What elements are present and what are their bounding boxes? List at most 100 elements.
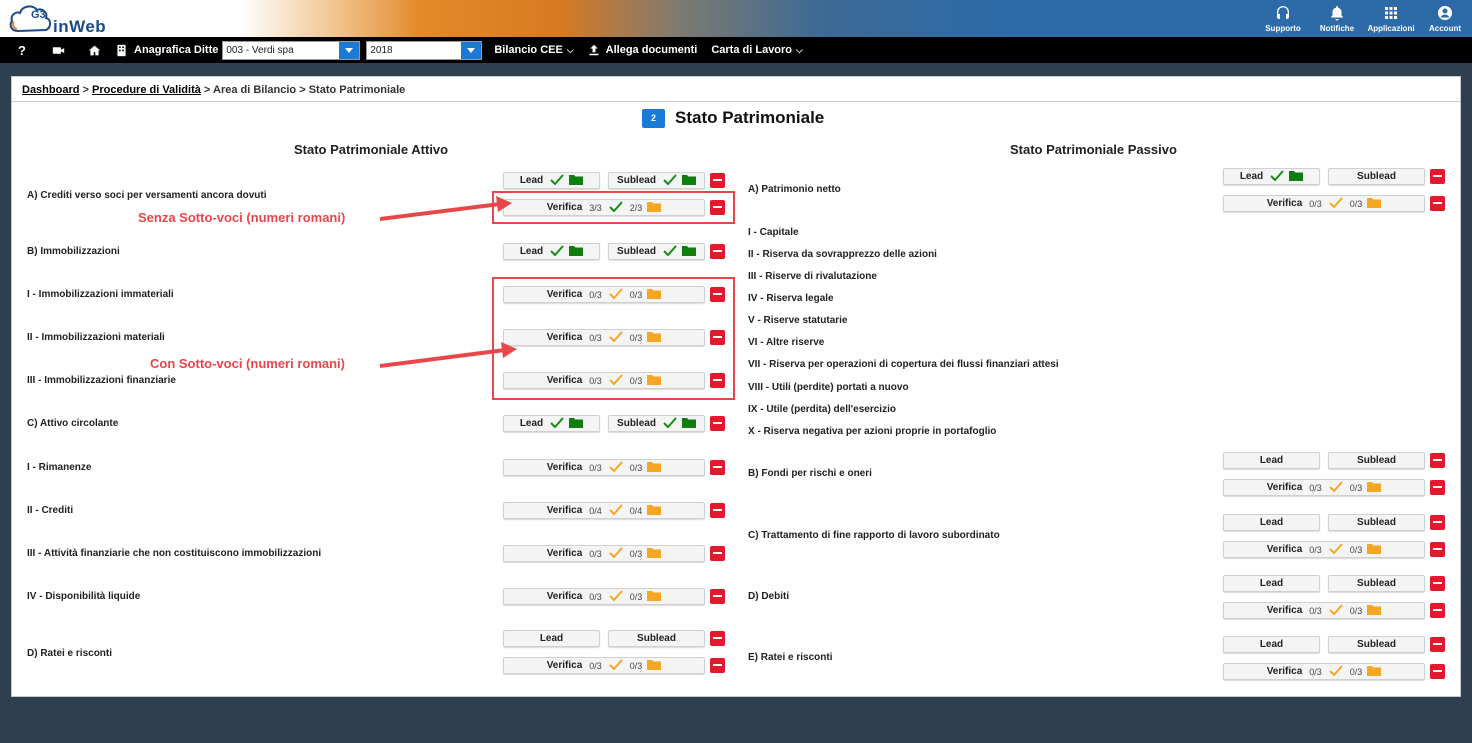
company-select[interactable]: 003 - Verdi spa: [222, 40, 361, 60]
folder-icon: [681, 417, 696, 428]
folder-icon: [569, 417, 584, 428]
verifica-count-2: 0/3: [1349, 482, 1363, 493]
sublead-button[interactable]: Sublead: [1328, 575, 1425, 592]
folder-icon: [1367, 197, 1382, 208]
account-button[interactable]: Account: [1418, 0, 1472, 37]
sublead-button-label: Sublead: [617, 246, 656, 257]
breadcrumb-sep: >: [82, 84, 89, 96]
chevron-down-icon[interactable]: [339, 41, 360, 59]
sublead-button[interactable]: Sublead: [608, 630, 705, 647]
remove-button[interactable]: [1430, 515, 1445, 530]
breadcrumb-current: Stato Patrimoniale: [308, 84, 406, 96]
remove-button[interactable]: [710, 546, 725, 561]
remove-button[interactable]: [1430, 196, 1445, 211]
verifica-count-2: 0/3: [1349, 198, 1363, 209]
app-logo[interactable]: G3 inWeb: [8, 3, 118, 36]
remove-button[interactable]: [1430, 453, 1445, 468]
row-label: A) Crediti verso soci per versamenti anc…: [27, 190, 267, 201]
verifica-button[interactable]: Verifica 0/3 0/3: [503, 459, 705, 476]
lead-button-label: Lead: [1239, 171, 1264, 182]
verifica-button[interactable]: Verifica 0/3 0/3: [503, 588, 705, 605]
sublead-button[interactable]: Sublead: [608, 243, 705, 260]
remove-button[interactable]: [1430, 637, 1445, 652]
lead-button[interactable]: Lead: [503, 172, 600, 189]
row-label: VI - Altre riserve: [748, 337, 825, 348]
verifica-button[interactable]: Verifica 0/3 0/3: [503, 657, 705, 674]
remove-button[interactable]: [1430, 664, 1445, 679]
verifica-button[interactable]: Verifica 0/3 0/3: [1223, 663, 1425, 680]
remove-button[interactable]: [710, 460, 725, 475]
lead-button[interactable]: Lead: [1223, 514, 1320, 531]
remove-button[interactable]: [1430, 169, 1445, 184]
callout-box-senza: [492, 191, 735, 224]
remove-button[interactable]: [710, 589, 725, 604]
folder-icon: [569, 245, 584, 256]
verifica-button[interactable]: Verifica 0/3 0/3: [1223, 195, 1425, 212]
folder-icon: [647, 504, 662, 515]
remove-button[interactable]: [1430, 603, 1445, 618]
verifica-count-1: 0/3: [1309, 482, 1322, 493]
row-label: C) Trattamento di fine rapporto di lavor…: [748, 530, 1000, 541]
verifica-button[interactable]: Verifica 0/3 0/3: [1223, 541, 1425, 558]
lead-button-label: Lead: [1259, 578, 1284, 589]
apps-button[interactable]: Applicazioni: [1364, 0, 1418, 37]
remove-button[interactable]: [710, 658, 725, 673]
lead-button[interactable]: Lead: [1223, 575, 1320, 592]
remove-button[interactable]: [1430, 542, 1445, 557]
video-icon[interactable]: [46, 44, 70, 57]
verifica-label: Verifica: [1266, 666, 1303, 677]
verifica-button[interactable]: Verifica 0/4 0/4: [503, 502, 705, 519]
remove-button[interactable]: [1430, 576, 1445, 591]
remove-button[interactable]: [710, 631, 725, 646]
account-icon: [1438, 5, 1452, 20]
sublead-button[interactable]: Sublead: [608, 415, 705, 432]
sublead-button[interactable]: Sublead: [1328, 636, 1425, 653]
verifica-button[interactable]: Verifica 0/3 0/3: [1223, 479, 1425, 496]
bilancio-menu[interactable]: Bilancio CEE ⌵: [494, 44, 573, 56]
home-icon[interactable]: [82, 44, 106, 57]
sublead-button-label: Sublead: [637, 633, 676, 644]
help-icon[interactable]: ?: [10, 43, 34, 58]
verifica-label: Verifica: [546, 591, 583, 602]
lead-button[interactable]: Lead: [503, 415, 600, 432]
remove-button[interactable]: [1430, 480, 1445, 495]
remove-button[interactable]: [710, 244, 725, 259]
lead-button[interactable]: Lead: [1223, 168, 1320, 185]
remove-button[interactable]: [710, 173, 725, 188]
sublead-button-label: Sublead: [1357, 517, 1396, 528]
verifica-label: Verifica: [546, 660, 583, 671]
lead-button-label: Lead: [519, 175, 544, 186]
remove-button[interactable]: [710, 416, 725, 431]
allega-menu[interactable]: Allega documenti: [588, 44, 697, 56]
lead-button[interactable]: Lead: [1223, 636, 1320, 653]
lead-button[interactable]: Lead: [503, 243, 600, 260]
lead-button[interactable]: Lead: [1223, 452, 1320, 469]
breadcrumb-procedure[interactable]: Procedure di Validità: [92, 84, 201, 96]
verifica-count-2: 0/3: [1349, 544, 1363, 555]
callout-con: Con Sotto-voci (numeri romani): [150, 356, 345, 371]
sublead-button[interactable]: Sublead: [1328, 452, 1425, 469]
notifications-button[interactable]: Notifiche: [1310, 0, 1364, 37]
remove-button[interactable]: [710, 503, 725, 518]
headset-icon: [1277, 5, 1289, 19]
support-button[interactable]: Supporto: [1256, 0, 1310, 37]
verifica-button[interactable]: Verifica 0/3 0/3: [503, 545, 705, 562]
sublead-button[interactable]: Sublead: [1328, 168, 1425, 185]
lead-button-label: Lead: [539, 633, 564, 644]
sublead-button[interactable]: Sublead: [608, 172, 705, 189]
sublead-button-label: Sublead: [1357, 578, 1396, 589]
year-select[interactable]: 2018: [366, 40, 483, 60]
lead-button[interactable]: Lead: [503, 630, 600, 647]
passivo-heading: Stato Patrimoniale Passivo: [1010, 142, 1177, 157]
breadcrumb-sep: >: [299, 84, 306, 96]
row-label: X - Riserva negativa per azioni proprie …: [748, 426, 997, 437]
breadcrumb-dashboard[interactable]: Dashboard: [22, 84, 79, 96]
row-label: IX - Utile (perdita) dell'esercizio: [748, 404, 896, 415]
chevron-down-icon[interactable]: [461, 41, 482, 59]
carta-menu[interactable]: Carta di Lavoro ⌵: [711, 44, 803, 56]
attivo-heading: Stato Patrimoniale Attivo: [294, 142, 449, 157]
breadcrumb-sep: >: [203, 84, 211, 96]
logo-text: inWeb: [53, 17, 107, 36]
sublead-button[interactable]: Sublead: [1328, 514, 1425, 531]
verifica-button[interactable]: Verifica 0/3 0/3: [1223, 602, 1425, 619]
